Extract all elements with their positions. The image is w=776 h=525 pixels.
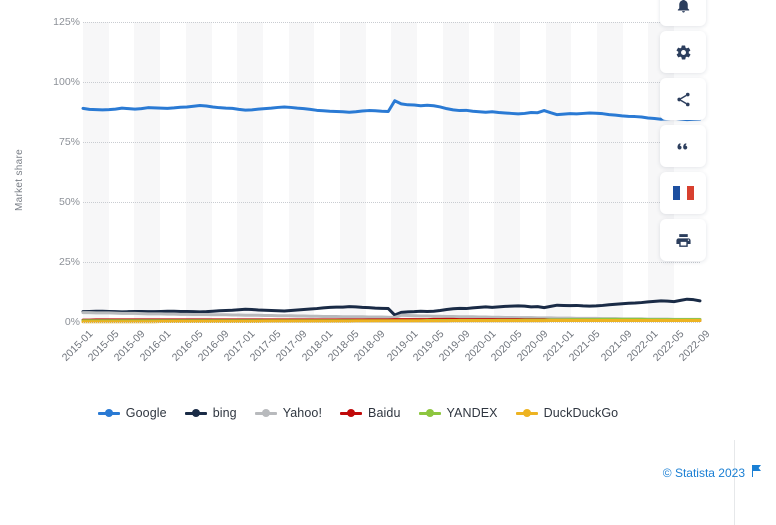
- legend-label-duckduckgo: DuckDuckGo: [544, 406, 619, 420]
- y-axis-tick: 50%: [32, 196, 80, 208]
- gridline: [83, 142, 700, 143]
- chart-container: Market share 0%25%50%75%100%125% 2015-01…: [0, 0, 716, 440]
- legend-marker-yandex: [419, 408, 441, 419]
- plot-area: [83, 22, 700, 322]
- legend-marker-google: [98, 408, 120, 419]
- legend-item-duckduckgo[interactable]: DuckDuckGo: [516, 406, 619, 420]
- chart-legend[interactable]: Google bing Yahoo! Baidu YANDEX DuckDuckGo: [0, 400, 716, 426]
- print-icon-button[interactable]: [660, 219, 706, 261]
- quote-icon-button[interactable]: [660, 125, 706, 167]
- statista-credit-text: © Statista 2023: [663, 466, 745, 480]
- legend-marker-bing: [185, 408, 207, 419]
- legend-label-yandex: YANDEX: [447, 406, 498, 420]
- bell-icon-button[interactable]: [660, 0, 706, 26]
- share-icon: [675, 91, 692, 108]
- legend-item-bing[interactable]: bing: [185, 406, 237, 420]
- legend-item-yandex[interactable]: YANDEX: [419, 406, 498, 420]
- page-footer: © Statista 2023 i Additional Information…: [0, 440, 776, 525]
- print-icon: [675, 232, 692, 249]
- legend-item-google[interactable]: Google: [98, 406, 167, 420]
- statista-chart-page: Market share 0%25%50%75%100%125% 2015-01…: [0, 0, 776, 525]
- flag-fr-icon-button[interactable]: [660, 172, 706, 214]
- gridline: [83, 22, 700, 23]
- action-icon-rail[interactable]: [660, 0, 706, 261]
- gear-icon-button[interactable]: [660, 31, 706, 73]
- legend-label-yahoo-: Yahoo!: [283, 406, 322, 420]
- bell-icon: [675, 0, 692, 14]
- legend-marker-duckduckgo: [516, 408, 538, 419]
- y-axis-tick: 0%: [32, 316, 80, 328]
- y-axis-tick-labels: 0% 25% 50% 75% 100% 125%: [24, 0, 80, 440]
- gear-icon: [675, 44, 692, 61]
- legend-item-baidu[interactable]: Baidu: [340, 406, 400, 420]
- legend-item-yahoo-[interactable]: Yahoo!: [255, 406, 322, 420]
- legend-marker-yahoo-: [255, 408, 277, 419]
- quote-icon: [675, 138, 692, 155]
- legend-label-google: Google: [126, 406, 167, 420]
- gridline: [83, 262, 700, 263]
- flag-fr-icon: [673, 186, 694, 200]
- gridline: [83, 82, 700, 83]
- series-lines: [83, 22, 700, 322]
- legend-label-baidu: Baidu: [368, 406, 400, 420]
- y-axis-tick: 125%: [32, 16, 80, 28]
- gridline: [83, 202, 700, 203]
- series-line-google: [83, 101, 700, 120]
- legend-label-bing: bing: [213, 406, 237, 420]
- legend-marker-baidu: [340, 408, 362, 419]
- x-axis-tick-labels: 2015-012015-052015-092016-012016-052016-…: [83, 324, 700, 394]
- y-axis-tick: 25%: [32, 256, 80, 268]
- flag-icon: [751, 465, 762, 480]
- gridline: [83, 322, 700, 323]
- share-icon-button[interactable]: [660, 78, 706, 120]
- y-axis-tick: 75%: [32, 136, 80, 148]
- y-axis-tick: 100%: [32, 76, 80, 88]
- statista-credit: © Statista 2023: [663, 465, 762, 480]
